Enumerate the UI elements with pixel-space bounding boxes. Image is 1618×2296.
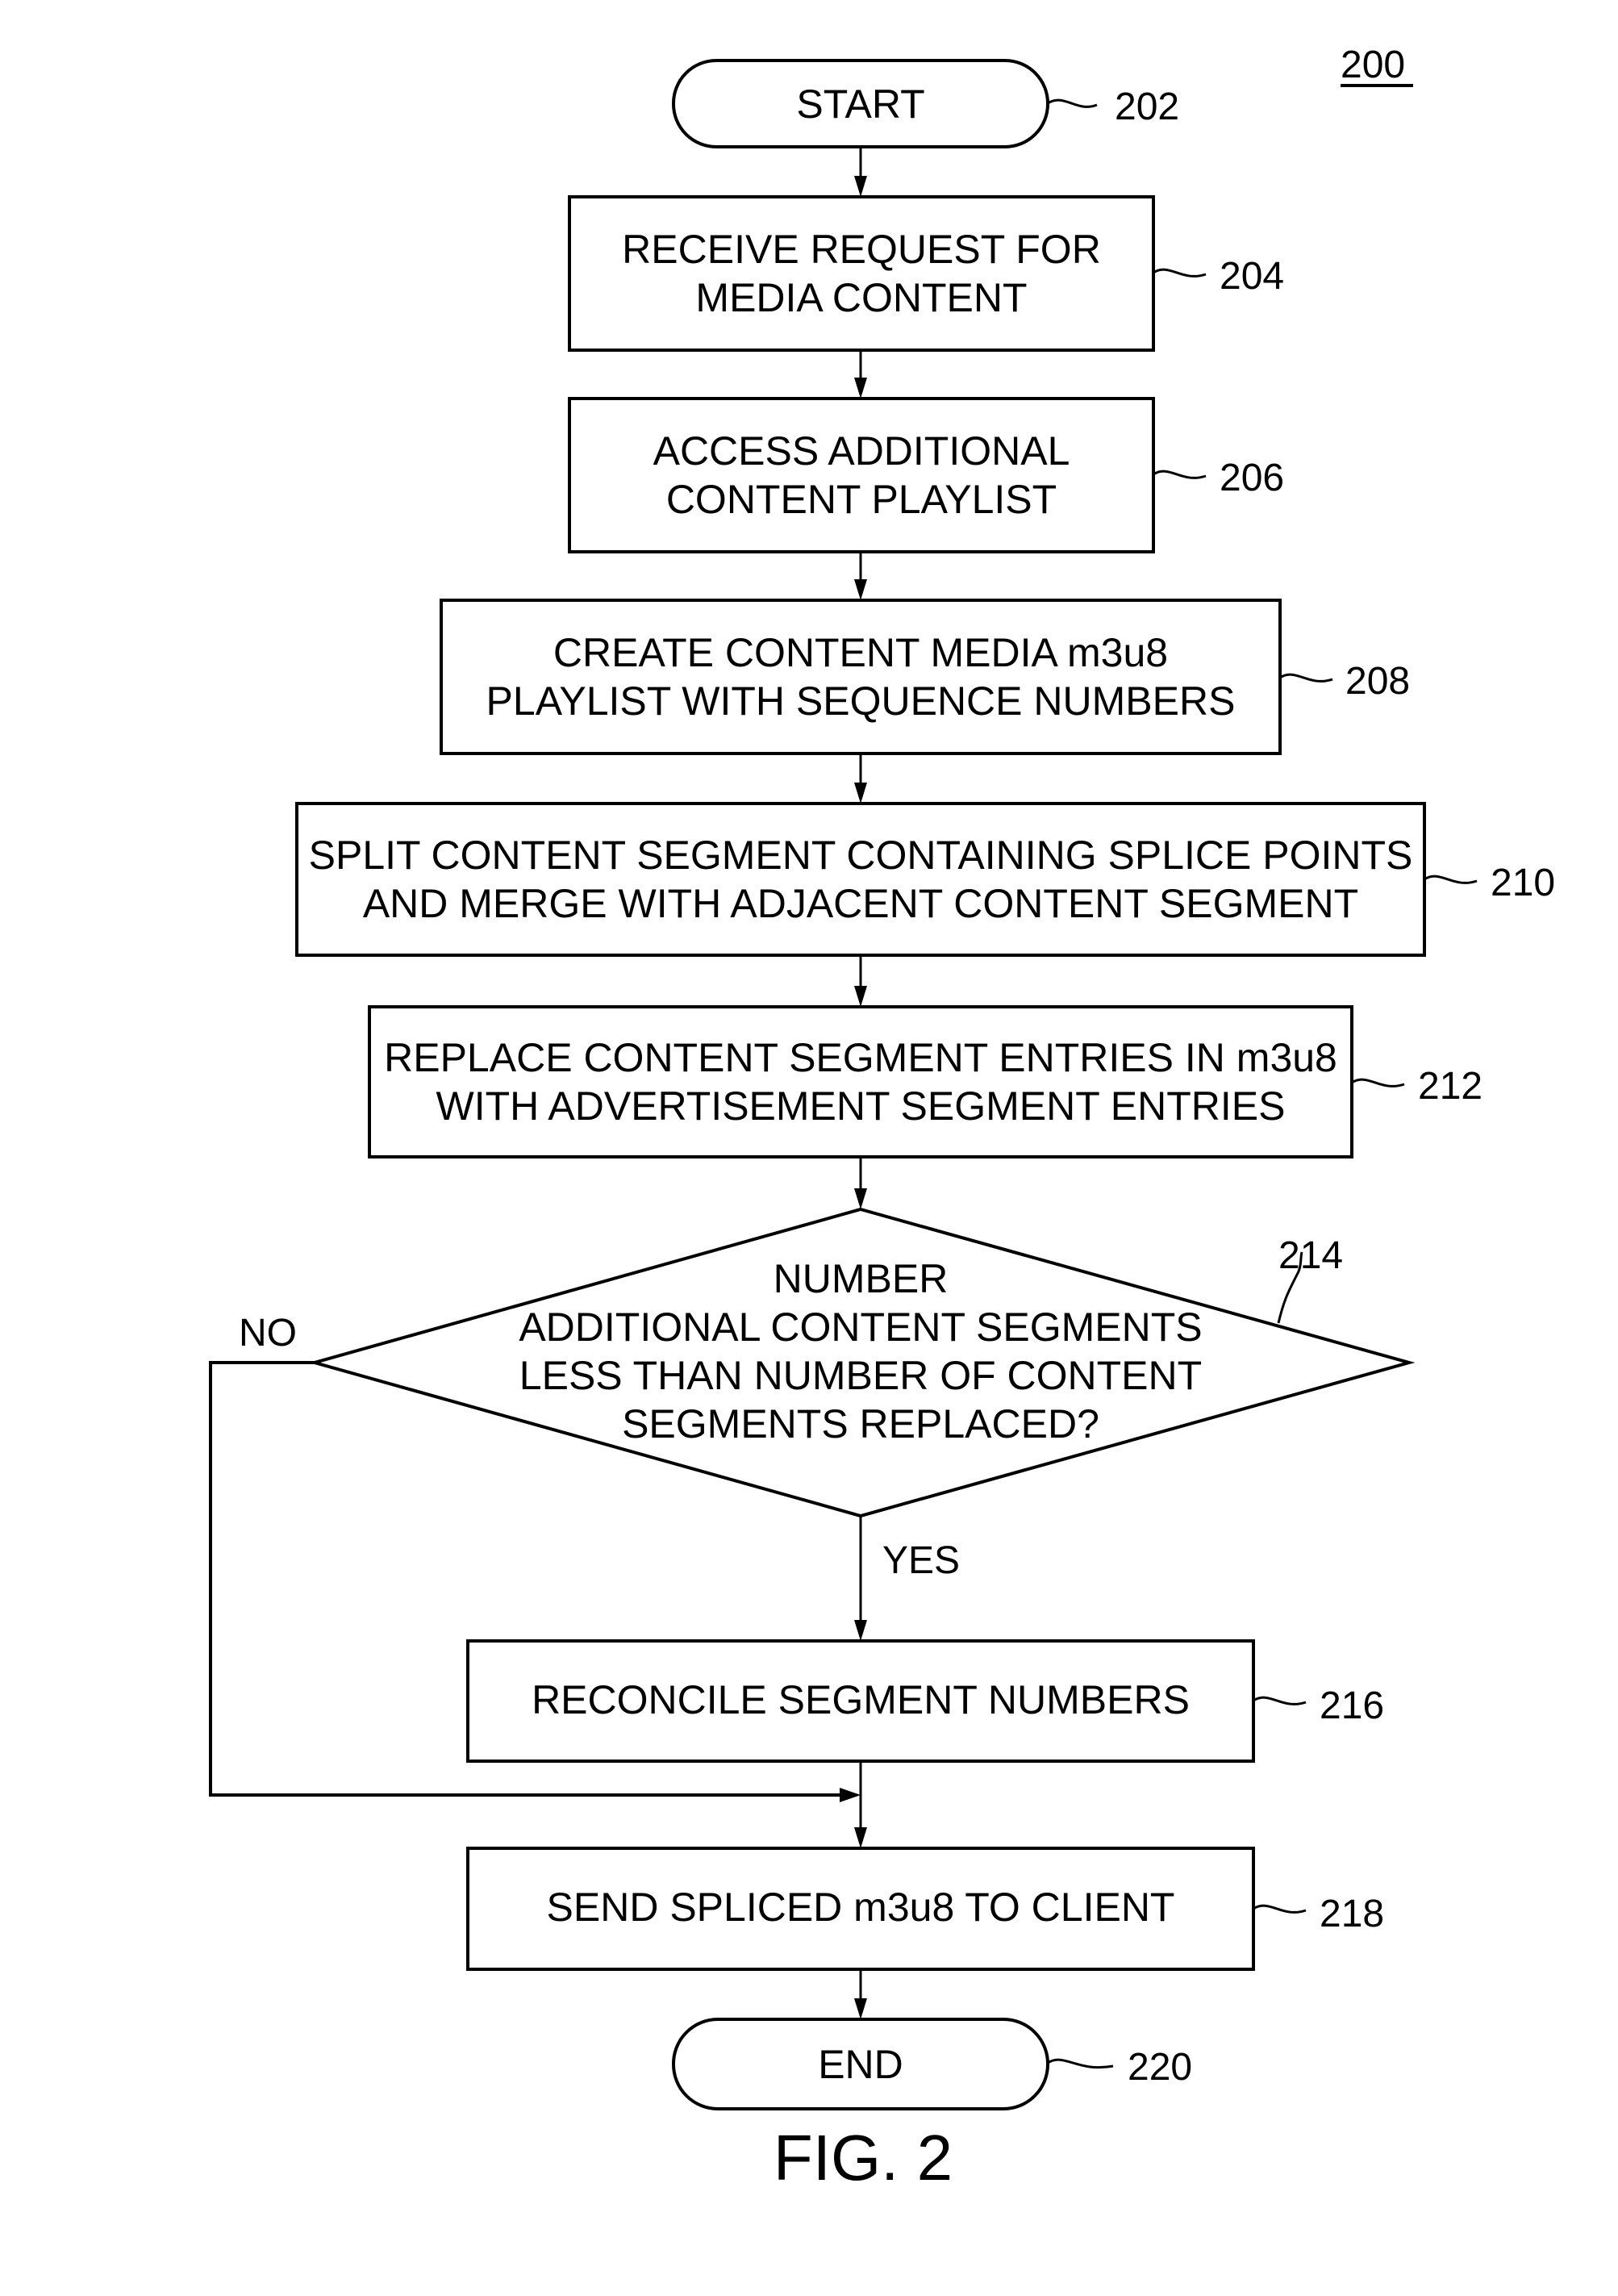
arrow-start-to-receive (854, 147, 867, 197)
create-line-1: CREATE CONTENT MEDIA m3u8 (553, 630, 1168, 675)
figure-caption: FIG. 2 (774, 2122, 953, 2194)
step-split-merge: SPLIT CONTENT SEGMENT CONTAINING SPLICE … (295, 802, 1555, 957)
arrowhead (840, 1788, 861, 1802)
reconcile-leader (1253, 1696, 1307, 1705)
arrowhead (854, 579, 867, 600)
reconcile-line-1: RECONCILE SEGMENT NUMBERS (532, 1677, 1190, 1722)
decision-ref: 214 (1278, 1234, 1343, 1277)
create-line-2: PLAYLIST WITH SEQUENCE NUMBERS (486, 678, 1236, 724)
split-ref: 210 (1491, 862, 1555, 904)
arrowhead (854, 1620, 867, 1641)
decision-line-2: ADDITIONAL CONTENT SEGMENTS (519, 1305, 1202, 1350)
end-ref: 220 (1128, 2046, 1192, 2089)
decision-segment-count: NUMBER ADDITIONAL CONTENT SEGMENTS LESS … (239, 1207, 1416, 1582)
end-label: END (818, 2042, 903, 2087)
arrowhead (854, 1188, 867, 1209)
receive-ref: 204 (1220, 255, 1284, 298)
arrowhead (854, 1998, 867, 2019)
start-ref: 202 (1115, 86, 1179, 128)
reconcile-ref: 216 (1320, 1684, 1384, 1727)
yes-label: YES (882, 1539, 960, 1582)
replace-ref: 212 (1418, 1065, 1482, 1108)
arrow-replace-to-decision (854, 1157, 867, 1209)
arrowhead (854, 378, 867, 399)
send-ref: 218 (1320, 1893, 1384, 1935)
access-line-1: ACCESS ADDITIONAL (653, 428, 1070, 474)
step-access-playlist: ACCESS ADDITIONAL CONTENT PLAYLIST 206 (568, 397, 1284, 553)
arrow-reconcile-to-send (854, 1761, 867, 1848)
create-leader (1279, 673, 1333, 683)
figure-number-text: 200 (1341, 44, 1405, 86)
step-reconcile: RECONCILE SEGMENT NUMBERS 216 (466, 1639, 1384, 1763)
start-leader (1047, 98, 1098, 108)
access-line-2: CONTENT PLAYLIST (666, 477, 1057, 522)
access-leader (1153, 470, 1207, 479)
step-replace-entries: REPLACE CONTENT SEGMENT ENTRIES IN m3u8 … (368, 1005, 1482, 1158)
figure-number: 200 (1341, 44, 1413, 87)
flowchart: 200 START 202 RECEIVE REQUEST FOR MEDIA … (209, 44, 1555, 2194)
create-ref: 208 (1345, 660, 1410, 703)
arrowhead (854, 1827, 867, 1848)
decision-line-1: NUMBER (774, 1256, 949, 1301)
step-send-spliced: SEND SPLICED m3u8 TO CLIENT 218 (466, 1847, 1384, 1971)
start-terminal: START 202 (672, 59, 1179, 148)
receive-leader (1153, 268, 1207, 278)
replace-box (368, 1005, 1353, 1158)
split-box (295, 802, 1426, 957)
arrow-receive-to-access (854, 350, 867, 399)
receive-box (568, 195, 1155, 352)
split-leader (1424, 875, 1478, 884)
send-leader (1253, 1904, 1307, 1914)
arrow-create-to-split (854, 754, 867, 804)
decision-line-4: SEGMENTS REPLACED? (622, 1401, 1099, 1446)
no-label: NO (239, 1312, 297, 1355)
end-terminal: END 220 (672, 2018, 1192, 2110)
access-ref: 206 (1220, 457, 1284, 499)
arrow-send-to-end (854, 1969, 867, 2019)
arrow-access-to-create (854, 552, 867, 600)
send-line-1: SEND SPLICED m3u8 TO CLIENT (547, 1885, 1175, 1930)
arrowhead (854, 176, 867, 197)
arrowhead (854, 986, 867, 1007)
split-line-1: SPLIT CONTENT SEGMENT CONTAINING SPLICE … (309, 833, 1413, 878)
access-box (568, 397, 1155, 553)
split-line-2: AND MERGE WITH ADJACENT CONTENT SEGMENT (363, 881, 1358, 926)
step-create-playlist: CREATE CONTENT MEDIA m3u8 PLAYLIST WITH … (440, 599, 1410, 755)
start-label: START (796, 81, 924, 127)
end-leader (1047, 2058, 1114, 2068)
receive-line-2: MEDIA CONTENT (695, 275, 1027, 320)
receive-line-1: RECEIVE REQUEST FOR (622, 227, 1101, 272)
decision-line-3: LESS THAN NUMBER OF CONTENT (519, 1353, 1202, 1398)
arrowhead (854, 783, 867, 804)
replace-line-2: WITH ADVERTISEMENT SEGMENT ENTRIES (436, 1083, 1286, 1129)
create-box (440, 599, 1282, 755)
step-receive-request: RECEIVE REQUEST FOR MEDIA CONTENT 204 (568, 195, 1284, 352)
replace-line-1: REPLACE CONTENT SEGMENT ENTRIES IN m3u8 (384, 1035, 1337, 1080)
arrow-split-to-replace (854, 955, 867, 1007)
replace-leader (1351, 1078, 1405, 1087)
arrow-yes-to-reconcile (854, 1516, 867, 1641)
